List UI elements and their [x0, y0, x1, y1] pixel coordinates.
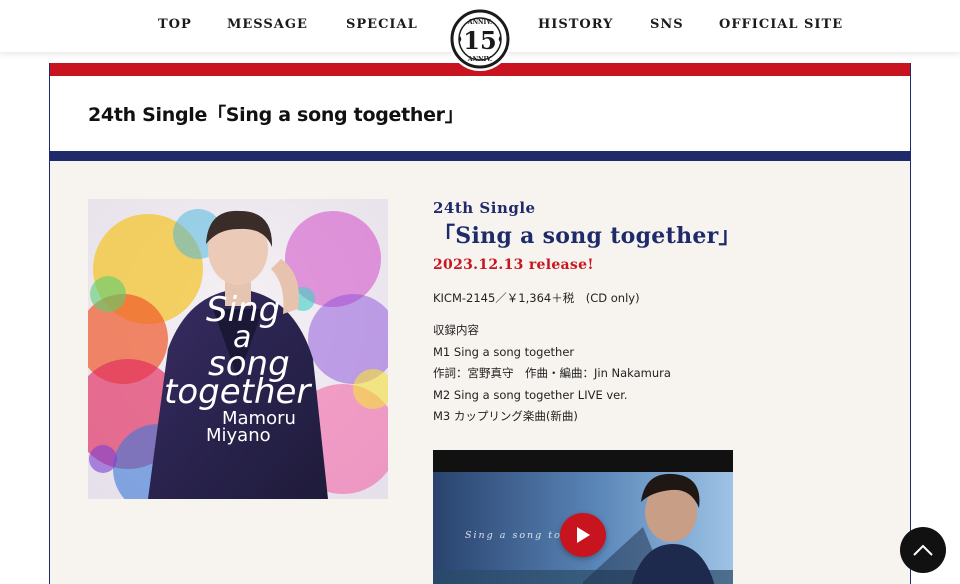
logo-text-bottom: ANNIV.	[467, 56, 492, 63]
nav-top[interactable]: TOP	[158, 17, 192, 32]
nav-message[interactable]: MESSAGE	[227, 17, 308, 32]
navy-stripe	[50, 151, 910, 161]
cd-jacket-image: Sing a song together Mamoru Miyano	[88, 199, 388, 499]
jacket-artist-line2: Miyano	[206, 425, 271, 446]
track-credit: 作詞：宮野真守 作曲・編曲：Jin Nakamura	[433, 366, 671, 380]
nav-sns[interactable]: SNS	[650, 17, 684, 32]
play-icon	[577, 527, 590, 543]
nav-special[interactable]: SPECIAL	[346, 17, 418, 32]
track-item: M2 Sing a song together LIVE ver.	[433, 387, 628, 402]
logo-text-top: ANNIV.	[467, 19, 492, 26]
single-card: 24th Single 「Sing a song together」 Sing a…	[49, 63, 911, 584]
single-title: 「Sing a song together」	[433, 223, 741, 249]
track-item: M1 Sing a song together	[433, 344, 575, 359]
music-video-player[interactable]: Sing a song toge	[433, 450, 733, 584]
tracklist-heading: 収録内容	[433, 323, 479, 337]
chevron-up-icon	[913, 544, 933, 556]
play-button[interactable]	[560, 513, 606, 557]
release-date: 2023.12.13 release!	[433, 257, 594, 273]
back-to-top-button[interactable]	[900, 527, 946, 573]
single-number: 24th Single	[433, 199, 536, 217]
track-item: M3 カップリング楽曲(新曲)	[433, 409, 578, 423]
video-header-bar	[433, 450, 733, 472]
release-info: 24th Single 「Sing a song together」 2023.…	[433, 199, 873, 428]
nav-history[interactable]: HISTORY	[538, 17, 613, 32]
nav-official-site[interactable]: OFFICIAL SITE	[719, 17, 843, 32]
tracklist: 収録内容 M1 Sing a song together 作詞：宮野真守 作曲・…	[433, 320, 873, 428]
logo-number: 15	[463, 26, 496, 55]
jacket-title-line4: together	[164, 372, 312, 412]
catalog-price: KICM-2145／￥1,364＋税 (CD only)	[433, 291, 640, 305]
anniversary-logo[interactable]: ANNIV. 15 ANNIV.	[447, 3, 513, 73]
page-title: 24th Single「Sing a song together」	[88, 104, 464, 126]
